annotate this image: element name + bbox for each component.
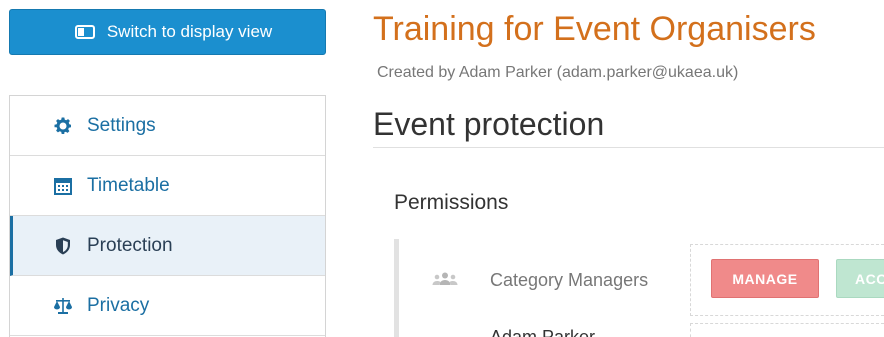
calendar-icon [54, 177, 72, 195]
permissions-title: Permissions [394, 191, 509, 214]
manage-permission-tag[interactable]: MANAGE [711, 259, 819, 298]
permission-tags-box [690, 323, 884, 337]
switch-to-display-view-button[interactable]: Switch to display view [9, 9, 326, 55]
permission-principal-name: Category Managers [490, 270, 649, 290]
shield-icon [56, 237, 70, 254]
sidebar-item-label: Settings [87, 114, 156, 136]
sidebar-menu: Settings Timetable Protection Privacy [9, 95, 326, 337]
scales-icon [54, 297, 72, 314]
sidebar-item-settings[interactable]: Settings [10, 96, 325, 156]
sidebar-item-privacy[interactable]: Privacy [10, 276, 325, 336]
sidebar-item-label: Privacy [87, 294, 150, 316]
section-divider [373, 147, 884, 148]
group-icon [432, 272, 458, 285]
access-permission-tag[interactable]: ACCESS [836, 259, 884, 298]
gear-icon [54, 117, 71, 134]
sidebar-item-label: Protection [87, 234, 173, 256]
section-title: Event protection [373, 106, 605, 142]
permission-principal-name: Adam Parker [490, 327, 596, 337]
switch-button-label: Switch to display view [106, 22, 273, 41]
created-by-text: Created by Adam Parker (adam.parker@ukae… [377, 64, 739, 81]
permissions-list-bar [394, 239, 399, 337]
event-title: Training for Event Organisers [373, 10, 816, 48]
sidebar-item-label: Timetable [87, 174, 170, 196]
sidebar-item-timetable[interactable]: Timetable [10, 156, 325, 216]
sidebar-item-protection[interactable]: Protection [10, 216, 325, 276]
display-icon [74, 25, 95, 39]
